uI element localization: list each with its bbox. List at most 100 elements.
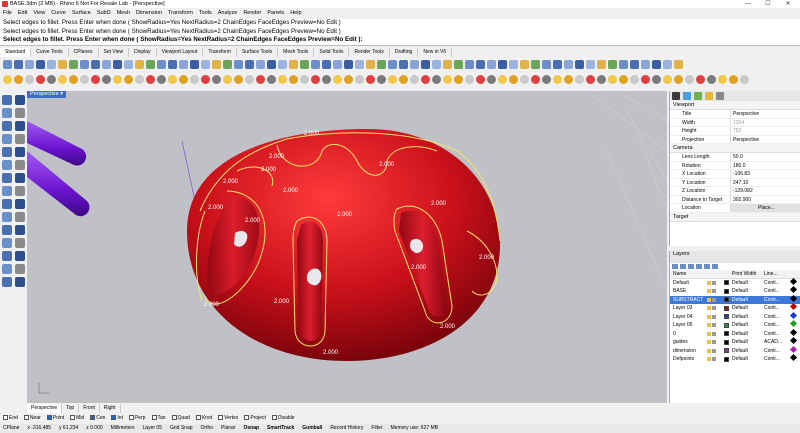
toolbar-tool-icon[interactable] <box>201 59 210 69</box>
toolbar-tool-icon[interactable] <box>25 59 34 69</box>
toolbar-tool-icon[interactable] <box>630 59 639 69</box>
tab-viewport-layout[interactable]: Viewport Layout <box>157 48 204 57</box>
filter-icon[interactable] <box>712 264 718 269</box>
toolbar-tool-icon[interactable] <box>168 59 177 69</box>
layer-print-width[interactable]: Default <box>732 296 764 305</box>
layer-row[interactable]: Layer 03 Default Conti... <box>670 302 800 313</box>
snap-tool-icon[interactable] <box>487 74 496 84</box>
toolbar-tool-icon[interactable] <box>421 59 430 69</box>
left-tool-icon[interactable] <box>2 186 12 196</box>
checkbox-icon[interactable] <box>46 415 52 420</box>
toolbar-tool-icon[interactable] <box>58 59 67 69</box>
layer-print-width[interactable]: Default <box>732 347 764 356</box>
layer-color-swatch[interactable] <box>724 305 729 311</box>
snap-tool-icon[interactable] <box>663 74 672 84</box>
tab-surface-tools[interactable]: Surface Tools <box>237 48 279 57</box>
layer-color-swatch[interactable] <box>724 322 729 328</box>
snap-tool-icon[interactable] <box>69 74 78 84</box>
toolbar-tool-icon[interactable] <box>223 59 232 69</box>
checkbox-icon[interactable] <box>271 415 277 420</box>
left-tool-icon[interactable] <box>15 212 25 222</box>
viewport-properties-icon[interactable] <box>672 92 680 100</box>
layer-col-name[interactable]: Name <box>670 270 707 279</box>
snap-tool-icon[interactable] <box>377 74 386 84</box>
toolbar-tool-icon[interactable] <box>212 59 221 69</box>
snap-tool-icon[interactable] <box>410 74 419 84</box>
toolbar-tool-icon[interactable] <box>157 59 166 69</box>
toolbar-tool-icon[interactable] <box>498 59 507 69</box>
layer-lock-icon[interactable] <box>712 306 716 311</box>
left-tool-icon[interactable] <box>2 95 12 105</box>
layer-visible-icon[interactable] <box>707 331 711 336</box>
layer-row[interactable]: guides Default ACAD... <box>670 336 800 347</box>
help-panel-icon[interactable] <box>716 92 724 100</box>
toolbar-tool-icon[interactable] <box>102 59 111 69</box>
toolbar-tool-icon[interactable] <box>542 59 551 69</box>
layer-print-width[interactable]: Default <box>732 313 764 322</box>
snap-tool-icon[interactable] <box>311 74 320 84</box>
toolbar-tool-icon[interactable] <box>311 59 320 69</box>
left-tool-icon[interactable] <box>2 264 12 274</box>
new-sublayer-icon[interactable] <box>680 264 686 269</box>
minimize-button[interactable]: — <box>738 0 758 8</box>
toolbar-tool-icon[interactable] <box>113 59 122 69</box>
layer-row[interactable]: SUBSTRACT Default Conti... <box>670 294 800 305</box>
toolbar-tool-icon[interactable] <box>366 59 375 69</box>
close-button[interactable]: ✕ <box>778 0 798 8</box>
left-tool-icon[interactable] <box>2 121 12 131</box>
status-item[interactable]: Memory use: 627 MB <box>391 424 439 433</box>
osnap-toggle[interactable]: Knot <box>195 414 212 423</box>
snap-tool-icon[interactable] <box>322 74 331 84</box>
layer-visible-icon[interactable] <box>707 357 711 362</box>
snap-tool-icon[interactable] <box>421 74 430 84</box>
toolbar-tool-icon[interactable] <box>652 59 661 69</box>
layer-material-icon[interactable] <box>789 302 799 313</box>
checkbox-icon[interactable] <box>218 415 224 420</box>
snap-tool-icon[interactable] <box>113 74 122 84</box>
snap-tool-icon[interactable] <box>432 74 441 84</box>
layer-visible-icon[interactable] <box>707 348 711 353</box>
menu-surface[interactable]: Surface <box>72 9 91 18</box>
layer-print-width[interactable]: Default <box>732 321 764 330</box>
layer-lock-icon[interactable] <box>712 357 716 362</box>
snap-tool-icon[interactable] <box>212 74 221 84</box>
menu-tools[interactable]: Tools <box>199 9 212 18</box>
snap-tool-icon[interactable] <box>124 74 133 84</box>
snap-tool-icon[interactable] <box>3 74 12 84</box>
layer-col-print-width[interactable]: Print Width <box>732 270 764 279</box>
toolbar-tool-icon[interactable] <box>322 59 331 69</box>
menu-file[interactable]: File <box>3 9 12 18</box>
layer-print-width[interactable]: Default <box>732 330 764 339</box>
snap-tool-icon[interactable] <box>223 74 232 84</box>
checkbox-icon[interactable] <box>23 415 29 420</box>
toolbar-tool-icon[interactable] <box>80 59 89 69</box>
left-tool-icon[interactable] <box>15 264 25 274</box>
layer-visible-icon[interactable] <box>707 289 711 294</box>
layer-visible-icon[interactable] <box>707 340 711 345</box>
layer-print-width[interactable]: Default <box>732 287 764 296</box>
snap-tool-icon[interactable] <box>630 74 639 84</box>
property-value[interactable]: 247.10 <box>730 178 800 186</box>
status-item[interactable]: Planar <box>221 424 235 433</box>
checkbox-icon[interactable] <box>128 415 134 420</box>
layer-lock-icon[interactable] <box>712 289 716 294</box>
snap-tool-icon[interactable] <box>498 74 507 84</box>
left-tool-icon[interactable] <box>15 238 25 248</box>
layer-color-swatch[interactable] <box>724 314 729 320</box>
left-tool-icon[interactable] <box>15 108 25 118</box>
snap-tool-icon[interactable] <box>520 74 529 84</box>
toolbar-tool-icon[interactable] <box>410 59 419 69</box>
snap-tool-icon[interactable] <box>102 74 111 84</box>
property-value[interactable]: Perspective <box>730 135 800 143</box>
toolbar-tool-icon[interactable] <box>388 59 397 69</box>
layer-row[interactable]: BASE Default Conti... <box>670 285 800 296</box>
layer-print-width[interactable]: Default <box>732 338 764 347</box>
layer-row[interactable]: Default Default Conti... <box>670 277 800 288</box>
snap-tool-icon[interactable] <box>146 74 155 84</box>
snap-tool-icon[interactable] <box>564 74 573 84</box>
toolbar-tool-icon[interactable] <box>619 59 628 69</box>
osnap-toggle[interactable]: Perp <box>128 414 146 423</box>
menu-panels[interactable]: Panels <box>267 9 284 18</box>
layer-color-swatch[interactable] <box>724 297 729 303</box>
camera-section-header[interactable]: Camera <box>670 144 800 153</box>
